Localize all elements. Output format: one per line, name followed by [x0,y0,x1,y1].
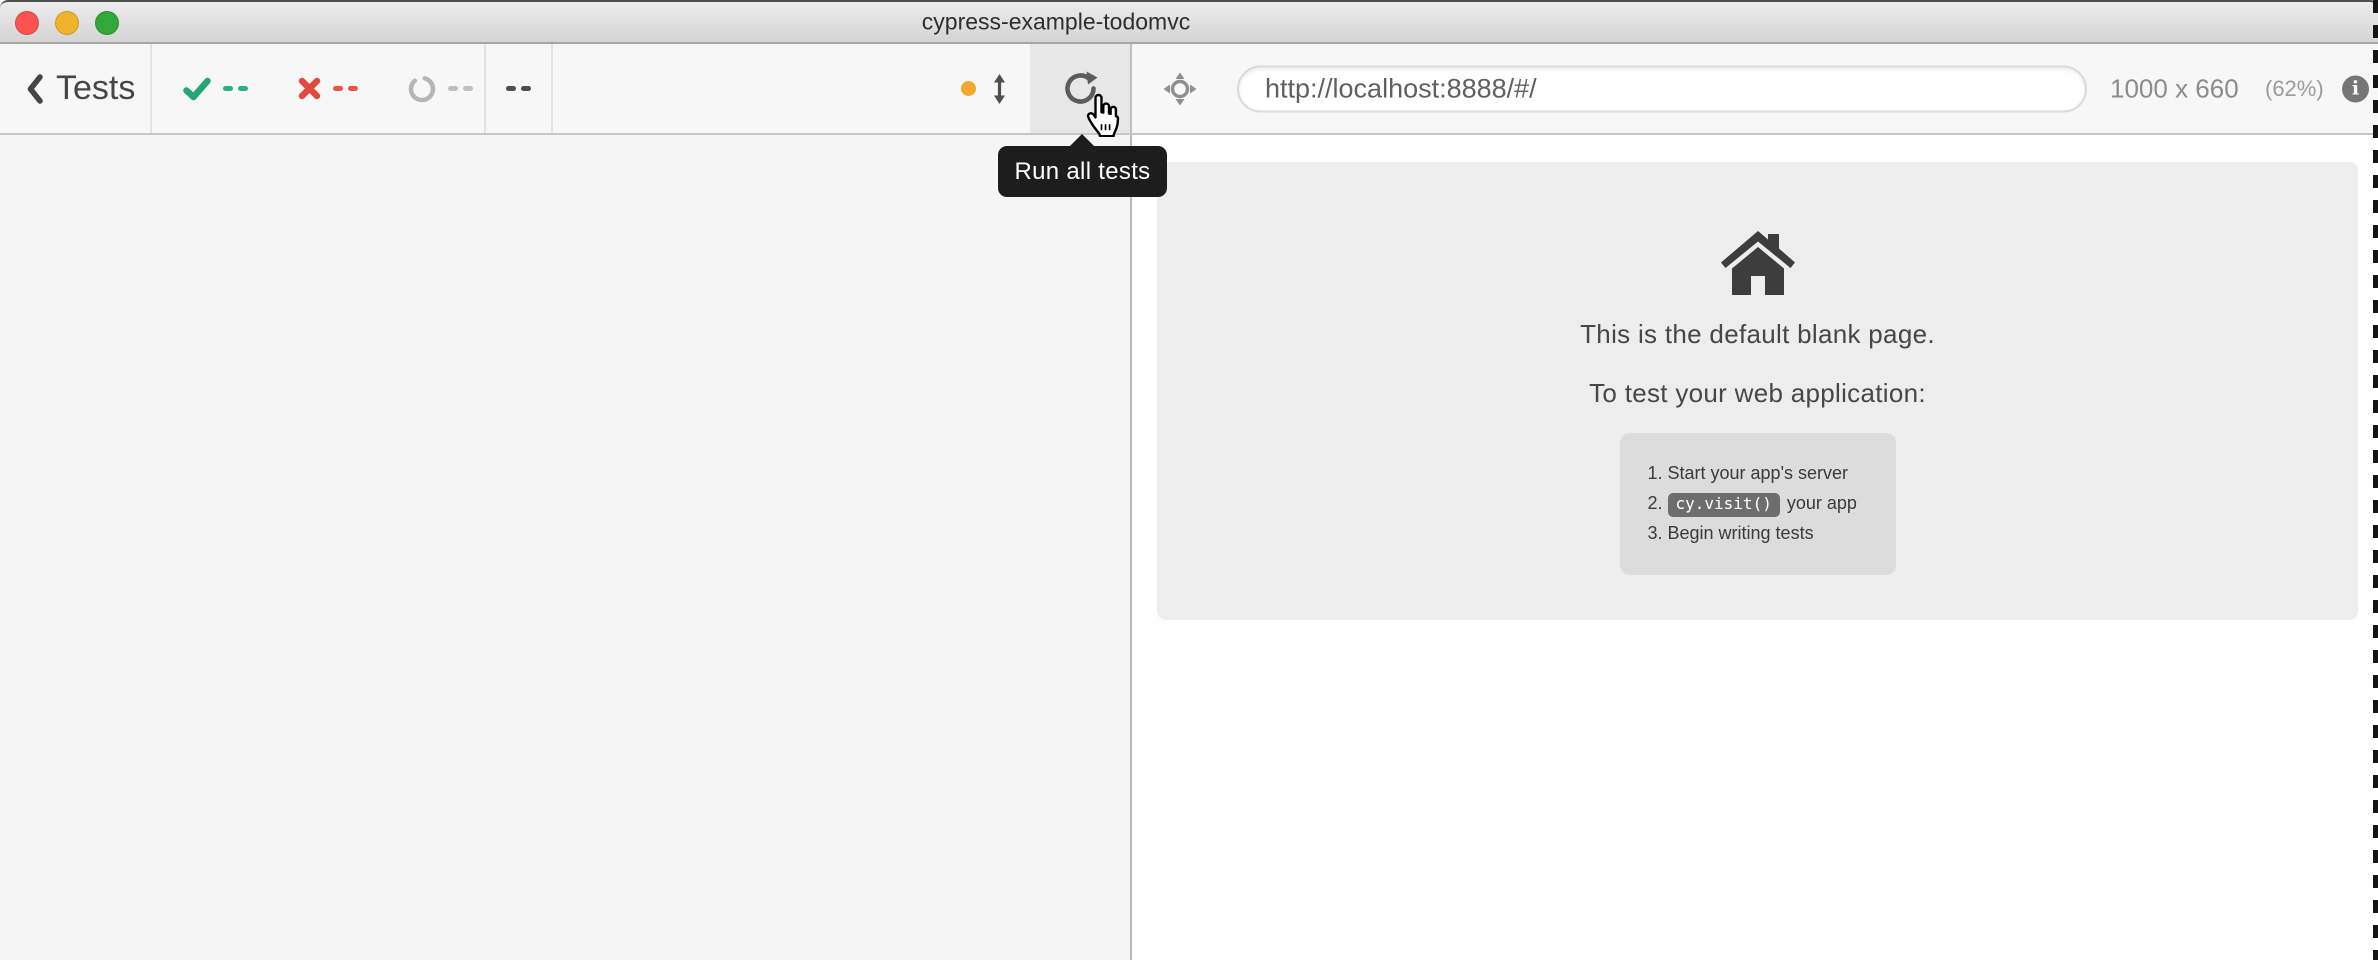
selector-playground-button[interactable] [1163,72,1197,106]
viewport-size-label: 1000 x 660 [2110,73,2239,104]
list-item: 2.cy.visit() your app [1648,488,1896,518]
command-log-panel [0,135,1132,960]
passed-count [223,86,248,91]
crosshair-icon [1163,72,1197,106]
updown-arrow-icon [993,74,1006,104]
check-icon [183,77,211,101]
back-to-tests-button[interactable]: Tests [0,44,152,133]
home-icon [1721,231,1795,295]
crop-dashed-border [2373,0,2378,960]
stat-pending [408,75,473,103]
tooltip-label: Run all tests [1015,158,1151,186]
close-icon[interactable] [15,11,39,35]
hand-pointer-cursor [1083,92,1120,142]
blank-page-heading: This is the default blank page. [1580,319,1935,350]
default-blank-page: This is the default blank page. To test … [1157,162,2358,620]
list-item: 3.Begin writing tests [1648,518,1896,548]
runner-toolbar: Tests [0,44,2378,135]
step-marker: 2. [1648,488,1668,518]
scroll-indicator-group [553,44,1030,133]
test-stats [152,44,486,133]
x-icon [298,77,321,100]
step-text: Start your app's server [1668,463,1849,483]
step-text: Begin writing tests [1668,523,1814,543]
stat-passed [183,77,248,101]
step-marker: 1. [1648,458,1668,488]
pending-count [448,86,473,91]
duration-indicator [486,44,553,133]
info-icon[interactable]: i [2342,75,2369,102]
stat-failed [298,77,358,100]
back-button-label: Tests [56,69,135,108]
step-marker: 3. [1648,518,1668,548]
url-input[interactable] [1237,65,2087,112]
duration-value [506,86,531,91]
instructions-box: 1.Start your app's server 2.cy.visit() yo… [1620,433,1896,575]
back-chevron-icon [26,74,43,104]
failed-count [333,86,358,91]
code-chip: cy.visit() [1668,493,1780,517]
run-all-tests-tooltip: Run all tests [998,146,1167,197]
window-title: cypress-example-todomvc [922,9,1190,36]
auto-scroll-dot-icon [961,81,976,96]
list-item: 1.Start your app's server [1648,458,1896,488]
pending-circle-icon [408,75,436,103]
cypress-runner-window: cypress-example-todomvc Tests [0,0,2378,960]
blank-page-subheading: To test your web application: [1589,378,1926,409]
window-titlebar: cypress-example-todomvc [0,0,2378,44]
url-section: 1000 x 660 (62%) i [1132,44,2378,133]
minimize-icon[interactable] [55,11,79,35]
zoom-icon[interactable] [95,11,119,35]
step-text: your app [1787,493,1857,513]
viewport-scale-label: (62%) [2265,76,2324,102]
